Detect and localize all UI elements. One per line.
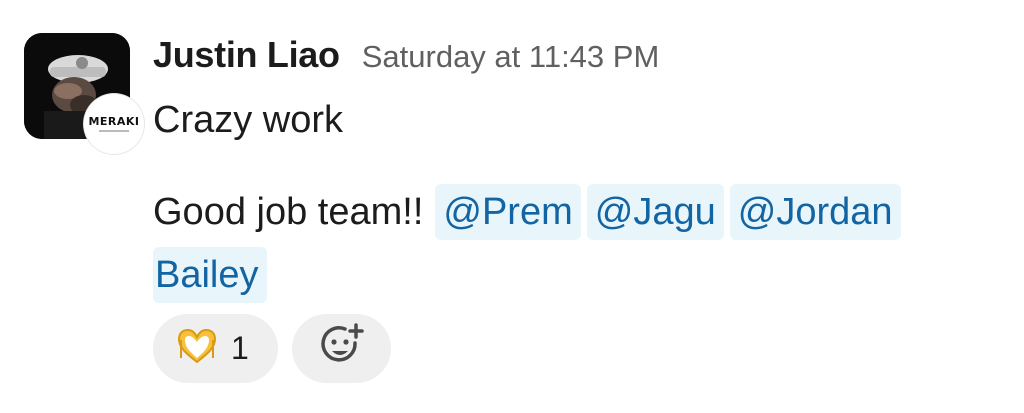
mention-jagu[interactable]: @Jagu [586, 184, 724, 240]
avatar-badge: MERAKI [84, 94, 144, 154]
mention-jordan-bailey-continued[interactable]: Bailey [153, 247, 267, 303]
message-text: Good job team!! [153, 191, 424, 233]
message-line-3: Bailey [153, 247, 267, 303]
message-line-2: Good job team!! @Prem @Jagu @Jordan [153, 184, 901, 240]
heart-hands-icon [177, 328, 217, 369]
message: MERAKI Justin Liao Saturday at 11:43 PM … [0, 0, 1024, 413]
badge-divider [99, 130, 129, 132]
reactions-bar: 1 [153, 314, 391, 383]
message-timestamp[interactable]: Saturday at 11:43 PM [362, 39, 660, 75]
message-line-1: Crazy work [153, 99, 344, 141]
add-reaction-icon [319, 323, 365, 374]
message-header: Justin Liao Saturday at 11:43 PM [153, 34, 659, 82]
reaction-count: 1 [231, 330, 249, 366]
reaction-heart-hands[interactable]: 1 [153, 314, 278, 383]
author-name[interactable]: Justin Liao [153, 34, 340, 76]
mention-prem[interactable]: @Prem [435, 184, 581, 240]
mention-jordan-bailey[interactable]: @Jordan [729, 184, 901, 240]
badge-logo-text: MERAKI [88, 115, 140, 128]
add-reaction-button[interactable] [292, 314, 391, 383]
